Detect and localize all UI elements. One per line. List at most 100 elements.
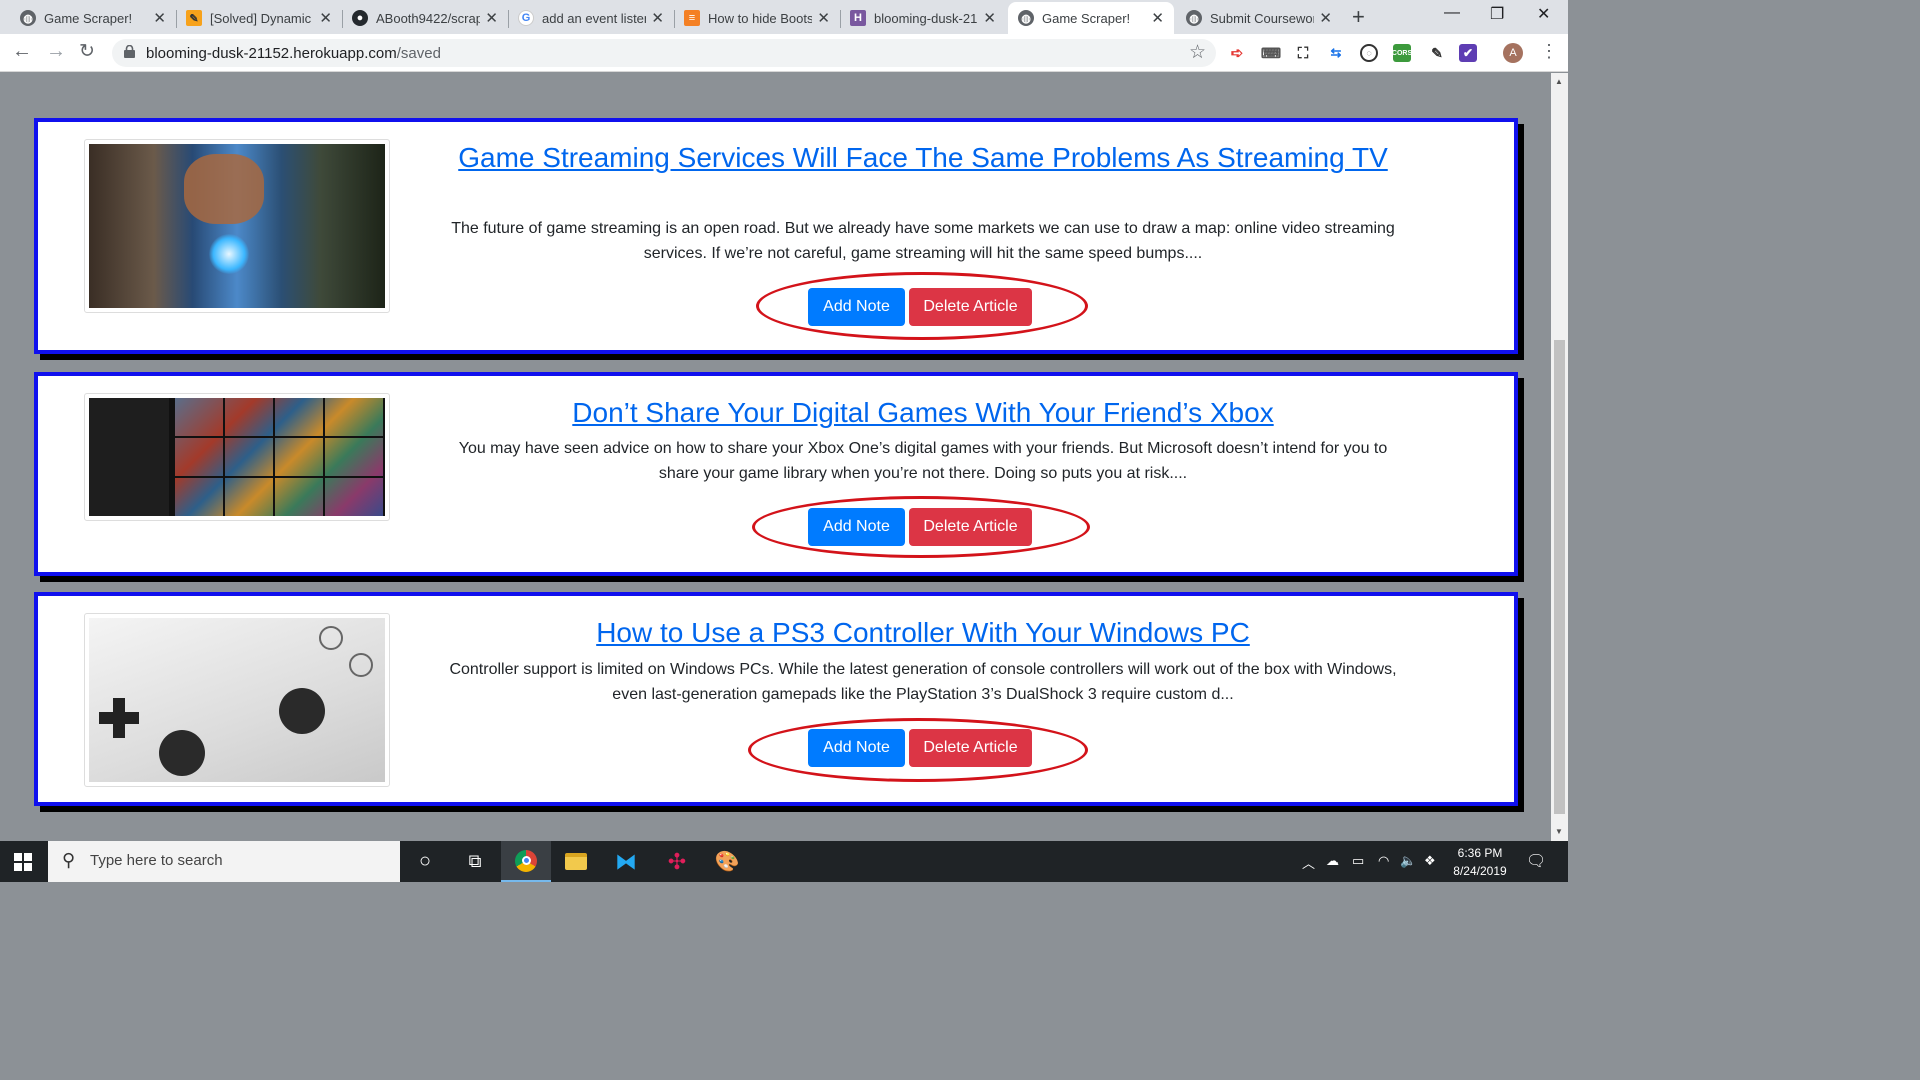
back-icon[interactable]: ←: [12, 40, 32, 63]
tab-game-scraper-active[interactable]: ◍ Game Scraper! ✕: [1008, 2, 1174, 34]
forward-icon[interactable]: →: [46, 40, 66, 63]
image-button-shape: [319, 626, 343, 650]
onedrive-icon[interactable]: ☁: [1326, 853, 1339, 869]
paint-icon[interactable]: 🎨: [702, 841, 752, 882]
close-icon[interactable]: ✕: [153, 9, 166, 27]
stackoverflow-icon: ≡: [684, 10, 700, 26]
tab-game-scraper-1[interactable]: ◍ Game Scraper! ✕: [10, 2, 177, 34]
lock-icon: [124, 45, 135, 58]
codeproject-icon: ✎: [186, 10, 202, 26]
slack-icon[interactable]: ✣: [652, 841, 702, 882]
delete-article-button[interactable]: Delete Article: [909, 288, 1032, 326]
bookmark-star-icon[interactable]: ☆: [1189, 41, 1206, 64]
scrollbar-thumb[interactable]: [1554, 340, 1565, 814]
folder-icon: [565, 853, 587, 870]
github-icon: ●: [352, 10, 368, 26]
task-view-icon[interactable]: ⧉: [450, 841, 500, 882]
chrome-taskbar-icon[interactable]: [501, 841, 551, 882]
extension-icon[interactable]: ✎: [1428, 44, 1446, 62]
file-explorer-icon[interactable]: [551, 841, 601, 882]
close-icon[interactable]: ✕: [983, 9, 996, 27]
url-text: blooming-dusk-21152.herokuapp.com/saved: [146, 45, 441, 62]
tab-github[interactable]: ● ABooth9422/scrap ✕: [342, 2, 509, 34]
add-note-button[interactable]: Add Note: [808, 729, 905, 767]
close-icon[interactable]: ✕: [485, 9, 498, 27]
tab-title: Game Scraper!: [44, 10, 133, 26]
extension-icon[interactable]: ⌨: [1261, 44, 1281, 62]
extension-icon[interactable]: ➪: [1228, 44, 1246, 62]
volume-icon[interactable]: 🔈: [1400, 853, 1416, 869]
minimize-icon[interactable]: —: [1444, 4, 1460, 22]
thumbnail-image-ps3-controller: [89, 618, 385, 782]
article-title-link[interactable]: Don’t Share Your Digital Games With Your…: [458, 396, 1388, 430]
windows-start-icon[interactable]: [14, 853, 32, 871]
extension-icon[interactable]: ✔: [1459, 44, 1477, 62]
article-title-link[interactable]: How to Use a PS3 Controller With Your Wi…: [458, 616, 1388, 650]
heroku-icon: H: [850, 10, 866, 26]
tab-stackoverflow[interactable]: ≡ How to hide Boots ✕: [674, 2, 841, 34]
article-card: Game Streaming Services Will Face The Sa…: [34, 118, 1518, 354]
scroll-up-icon[interactable]: ▲: [1555, 77, 1563, 86]
notification-icon[interactable]: 🗨: [1526, 851, 1546, 871]
extension-icon[interactable]: ⇆: [1327, 44, 1345, 62]
browser-toolbar: ← → ↻ blooming-dusk-21152.herokuapp.com/…: [0, 34, 1568, 72]
globe-icon: ◍: [20, 10, 36, 26]
page-viewport: Game Streaming Services Will Face The Sa…: [0, 73, 1551, 841]
reload-icon[interactable]: ↻: [79, 40, 95, 63]
wifi-icon[interactable]: ◠: [1378, 853, 1389, 869]
delete-article-button[interactable]: Delete Article: [909, 729, 1032, 767]
image-stick-shape: [159, 730, 205, 776]
article-summary: Controller support is limited on Windows…: [449, 661, 1397, 703]
close-icon[interactable]: ✕: [817, 9, 830, 27]
tab-title: ABooth9422/scrap: [376, 10, 480, 26]
screenshot-icon[interactable]: ⛶: [1294, 44, 1312, 62]
tab-title: [Solved] Dynamic I: [210, 10, 314, 26]
restore-icon[interactable]: ❐: [1490, 4, 1504, 24]
image-dpad-shape: [99, 698, 139, 738]
add-note-button[interactable]: Add Note: [808, 288, 905, 326]
menu-icon[interactable]: ⋮: [1540, 41, 1558, 62]
extension-icon[interactable]: ◌: [1360, 44, 1378, 62]
article-thumbnail: [84, 139, 390, 313]
cortana-icon[interactable]: ○: [400, 841, 450, 882]
tab-title: blooming-dusk-21: [874, 10, 978, 26]
clock-date: 8/24/2019: [1453, 864, 1507, 878]
tab-heroku[interactable]: H blooming-dusk-21 ✕: [840, 2, 1006, 34]
image-tile-grid: [175, 398, 383, 516]
add-note-button[interactable]: Add Note: [808, 508, 905, 546]
delete-article-button[interactable]: Delete Article: [909, 508, 1032, 546]
avatar[interactable]: A: [1503, 43, 1523, 63]
vscode-icon[interactable]: ⧓: [601, 841, 651, 882]
system-clock[interactable]: 6:36 PM 8/24/2019: [1438, 844, 1522, 880]
scroll-down-icon[interactable]: ▼: [1555, 827, 1563, 836]
tab-solved-dynamic[interactable]: ✎ [Solved] Dynamic I ✕: [176, 2, 343, 34]
globe-icon: ◍: [1018, 10, 1034, 26]
tab-submit-coursework[interactable]: ◍ Submit Coursewor ✕: [1176, 2, 1342, 34]
search-placeholder: Type here to search: [90, 852, 223, 869]
clock-time: 6:36 PM: [1457, 846, 1503, 860]
taskbar-search-box[interactable]: ⚲ Type here to search: [48, 841, 400, 882]
image-sidebar-shape: [89, 398, 169, 516]
article-summary: The future of game streaming is an open …: [451, 220, 1395, 262]
tab-title: How to hide Boots: [708, 10, 812, 26]
chrome-icon: [515, 849, 537, 872]
close-icon[interactable]: ✕: [651, 9, 664, 27]
tab-strip: ◍ Game Scraper! ✕ ✎ [Solved] Dynamic I ✕…: [0, 0, 1568, 34]
address-bar[interactable]: blooming-dusk-21152.herokuapp.com/saved …: [112, 39, 1216, 67]
article-thumbnail: [84, 613, 390, 787]
article-summary: You may have seen advice on how to share…: [458, 440, 1388, 482]
article-title-link[interactable]: Game Streaming Services Will Face The Sa…: [458, 141, 1388, 175]
close-icon[interactable]: ✕: [1151, 9, 1164, 27]
article-card: Don’t Share Your Digital Games With Your…: [34, 372, 1518, 576]
battery-icon[interactable]: ▭: [1352, 853, 1364, 869]
tab-title: add an event listen: [542, 10, 646, 26]
new-tab-icon[interactable]: +: [1352, 4, 1365, 30]
tab-google-search[interactable]: G add an event listen ✕: [508, 2, 675, 34]
close-icon[interactable]: ✕: [1319, 9, 1332, 27]
tray-chevron-icon[interactable]: ︿: [1302, 853, 1315, 872]
dropbox-icon[interactable]: ❖: [1424, 853, 1436, 869]
cors-icon[interactable]: CORS: [1392, 44, 1412, 62]
close-icon[interactable]: ✕: [319, 9, 332, 27]
close-window-icon[interactable]: ✕: [1537, 4, 1550, 24]
vertical-scrollbar[interactable]: ▲ ▼: [1551, 73, 1568, 841]
